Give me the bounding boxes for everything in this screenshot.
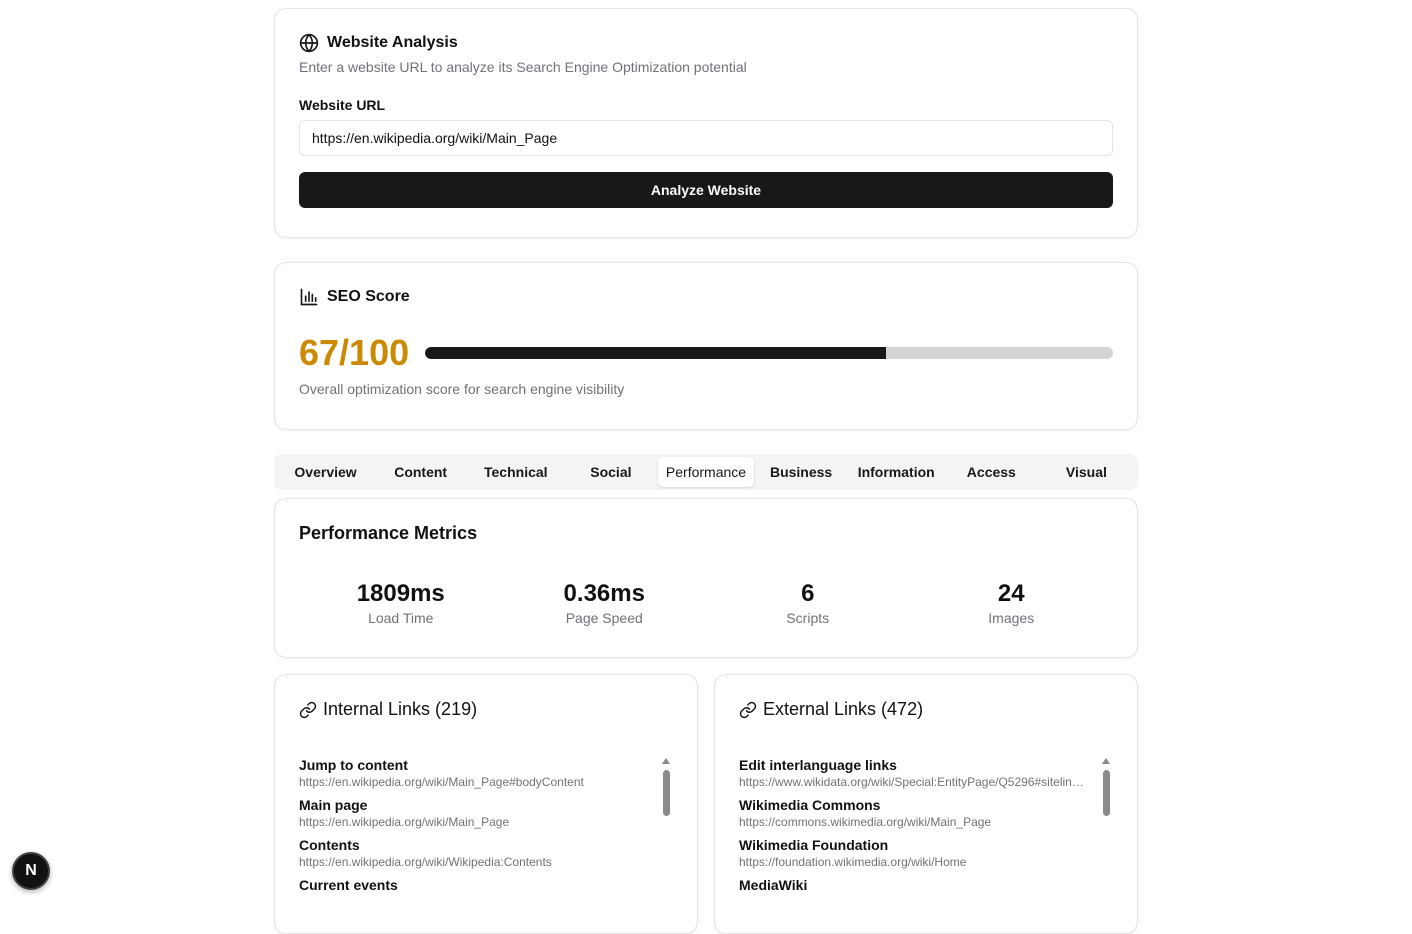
internal-links-list: Jump to content https://en.wikipedia.org… — [299, 756, 673, 933]
nextjs-dev-badge[interactable]: N — [12, 852, 50, 890]
metric-label: Load Time — [368, 610, 434, 626]
metrics-row: 1809ms Load Time 0.36ms Page Speed 6 Scr… — [299, 580, 1113, 626]
link-url: https://commons.wikimedia.org/wiki/Main_… — [739, 815, 992, 829]
link-text: Jump to content — [299, 757, 408, 773]
tab-visual[interactable]: Visual — [1039, 457, 1134, 487]
link-text: Main page — [299, 797, 368, 813]
list-item[interactable]: Jump to content https://en.wikipedia.org… — [299, 756, 645, 790]
list-item[interactable]: Wikimedia Foundation https://foundation.… — [739, 836, 1085, 870]
metric-load-time: 1809ms Load Time — [299, 580, 503, 626]
internal-links-header: Internal Links (219) — [299, 699, 673, 720]
analysis-tabs: Overview Content Technical Social Perfor… — [274, 454, 1138, 490]
nextjs-logo-icon: N — [25, 862, 37, 879]
metric-label: Scripts — [786, 610, 830, 626]
external-links-header: External Links (472) — [739, 699, 1113, 720]
tab-access[interactable]: Access — [944, 457, 1039, 487]
globe-icon — [299, 33, 319, 53]
metric-scripts: 6 Scripts — [706, 580, 910, 626]
link-text: Contents — [299, 837, 360, 853]
metric-page-speed: 0.36ms Page Speed — [503, 580, 707, 626]
score-title: SEO Score — [327, 288, 410, 305]
link-text: Wikimedia Commons — [739, 797, 881, 813]
tab-information[interactable]: Information — [849, 457, 944, 487]
url-label: Website URL — [299, 97, 386, 113]
list-item[interactable]: Current events — [299, 876, 645, 894]
tab-content[interactable]: Content — [373, 457, 468, 487]
link-text: Wikimedia Foundation — [739, 837, 889, 853]
website-analysis-card: Website Analysis Enter a website URL to … — [274, 8, 1138, 238]
performance-title: Performance Metrics — [299, 523, 478, 543]
link-text: Current events — [299, 877, 398, 893]
score-progress-fill — [425, 347, 886, 359]
link-text: MediaWiki — [739, 877, 808, 893]
internal-links-title: Internal Links (219) — [323, 699, 478, 719]
tab-social[interactable]: Social — [563, 457, 658, 487]
tab-technical[interactable]: Technical — [468, 457, 563, 487]
link-url: https://foundation.wikimedia.org/wiki/Ho… — [739, 855, 967, 869]
link-url: https://en.wikipedia.org/wiki/Main_Page — [299, 815, 510, 829]
bar-chart-icon — [300, 288, 318, 306]
metric-value: 6 — [801, 580, 815, 607]
scroll-up-arrow-icon[interactable] — [662, 758, 670, 764]
internal-links-scrollbar[interactable] — [659, 756, 673, 933]
tab-performance[interactable]: Performance — [658, 457, 754, 487]
link-icon — [299, 701, 317, 718]
metric-images: 24 Images — [910, 580, 1114, 626]
scroll-thumb[interactable] — [662, 770, 670, 816]
scroll-thumb[interactable] — [1102, 770, 1110, 816]
link-text: Edit interlanguage links — [739, 757, 897, 773]
link-url: https://en.wikipedia.org/wiki/Wikipedia:… — [299, 855, 552, 869]
external-links-list: Edit interlanguage links https://www.wik… — [739, 756, 1113, 933]
list-item[interactable]: Edit interlanguage links https://www.wik… — [739, 756, 1085, 790]
metric-value: 0.36ms — [563, 580, 645, 607]
tab-overview[interactable]: Overview — [278, 457, 373, 487]
link-url: https://www.wikidata.org/wiki/Special:En… — [739, 775, 1085, 789]
list-item[interactable]: Wikimedia Commons https://commons.wikime… — [739, 796, 1085, 830]
url-input[interactable] — [299, 120, 1113, 156]
list-item[interactable]: MediaWiki — [739, 876, 1085, 894]
external-links-title: External Links (472) — [763, 699, 924, 719]
score-caption: Overall optimization score for search en… — [299, 381, 625, 397]
list-item[interactable]: Main page https://en.wikipedia.org/wiki/… — [299, 796, 645, 830]
seo-score-card: SEO Score 67/100 Overall optimization sc… — [274, 262, 1138, 430]
external-links-card: External Links (472) Edit interlanguage … — [714, 674, 1138, 934]
analysis-subtitle: Enter a website URL to analyze its Searc… — [299, 59, 747, 75]
link-icon — [739, 701, 757, 718]
score-header: SEO Score — [299, 287, 1113, 307]
metric-value: 24 — [997, 580, 1025, 607]
analysis-header: Website Analysis — [299, 33, 1113, 53]
metric-label: Page Speed — [565, 610, 643, 626]
score-row: 67/100 — [299, 331, 1113, 375]
score-progress-bar — [425, 347, 1113, 359]
metric-label: Images — [988, 610, 1035, 626]
metric-value: 1809ms — [356, 580, 445, 607]
external-links-scrollbar[interactable] — [1099, 756, 1113, 933]
internal-links-card: Internal Links (219) Jump to content htt… — [274, 674, 698, 934]
analysis-title: Website Analysis — [327, 34, 458, 51]
analyze-website-button[interactable]: Analyze Website — [299, 172, 1113, 208]
tab-business[interactable]: Business — [754, 457, 849, 487]
list-item[interactable]: Contents https://en.wikipedia.org/wiki/W… — [299, 836, 645, 870]
link-url: https://en.wikipedia.org/wiki/Main_Page#… — [299, 775, 584, 789]
scroll-up-arrow-icon[interactable] — [1102, 758, 1110, 764]
score-value: 67/100 — [299, 332, 410, 373]
performance-metrics-card: Performance Metrics 1809ms Load Time 0.3… — [274, 498, 1138, 658]
